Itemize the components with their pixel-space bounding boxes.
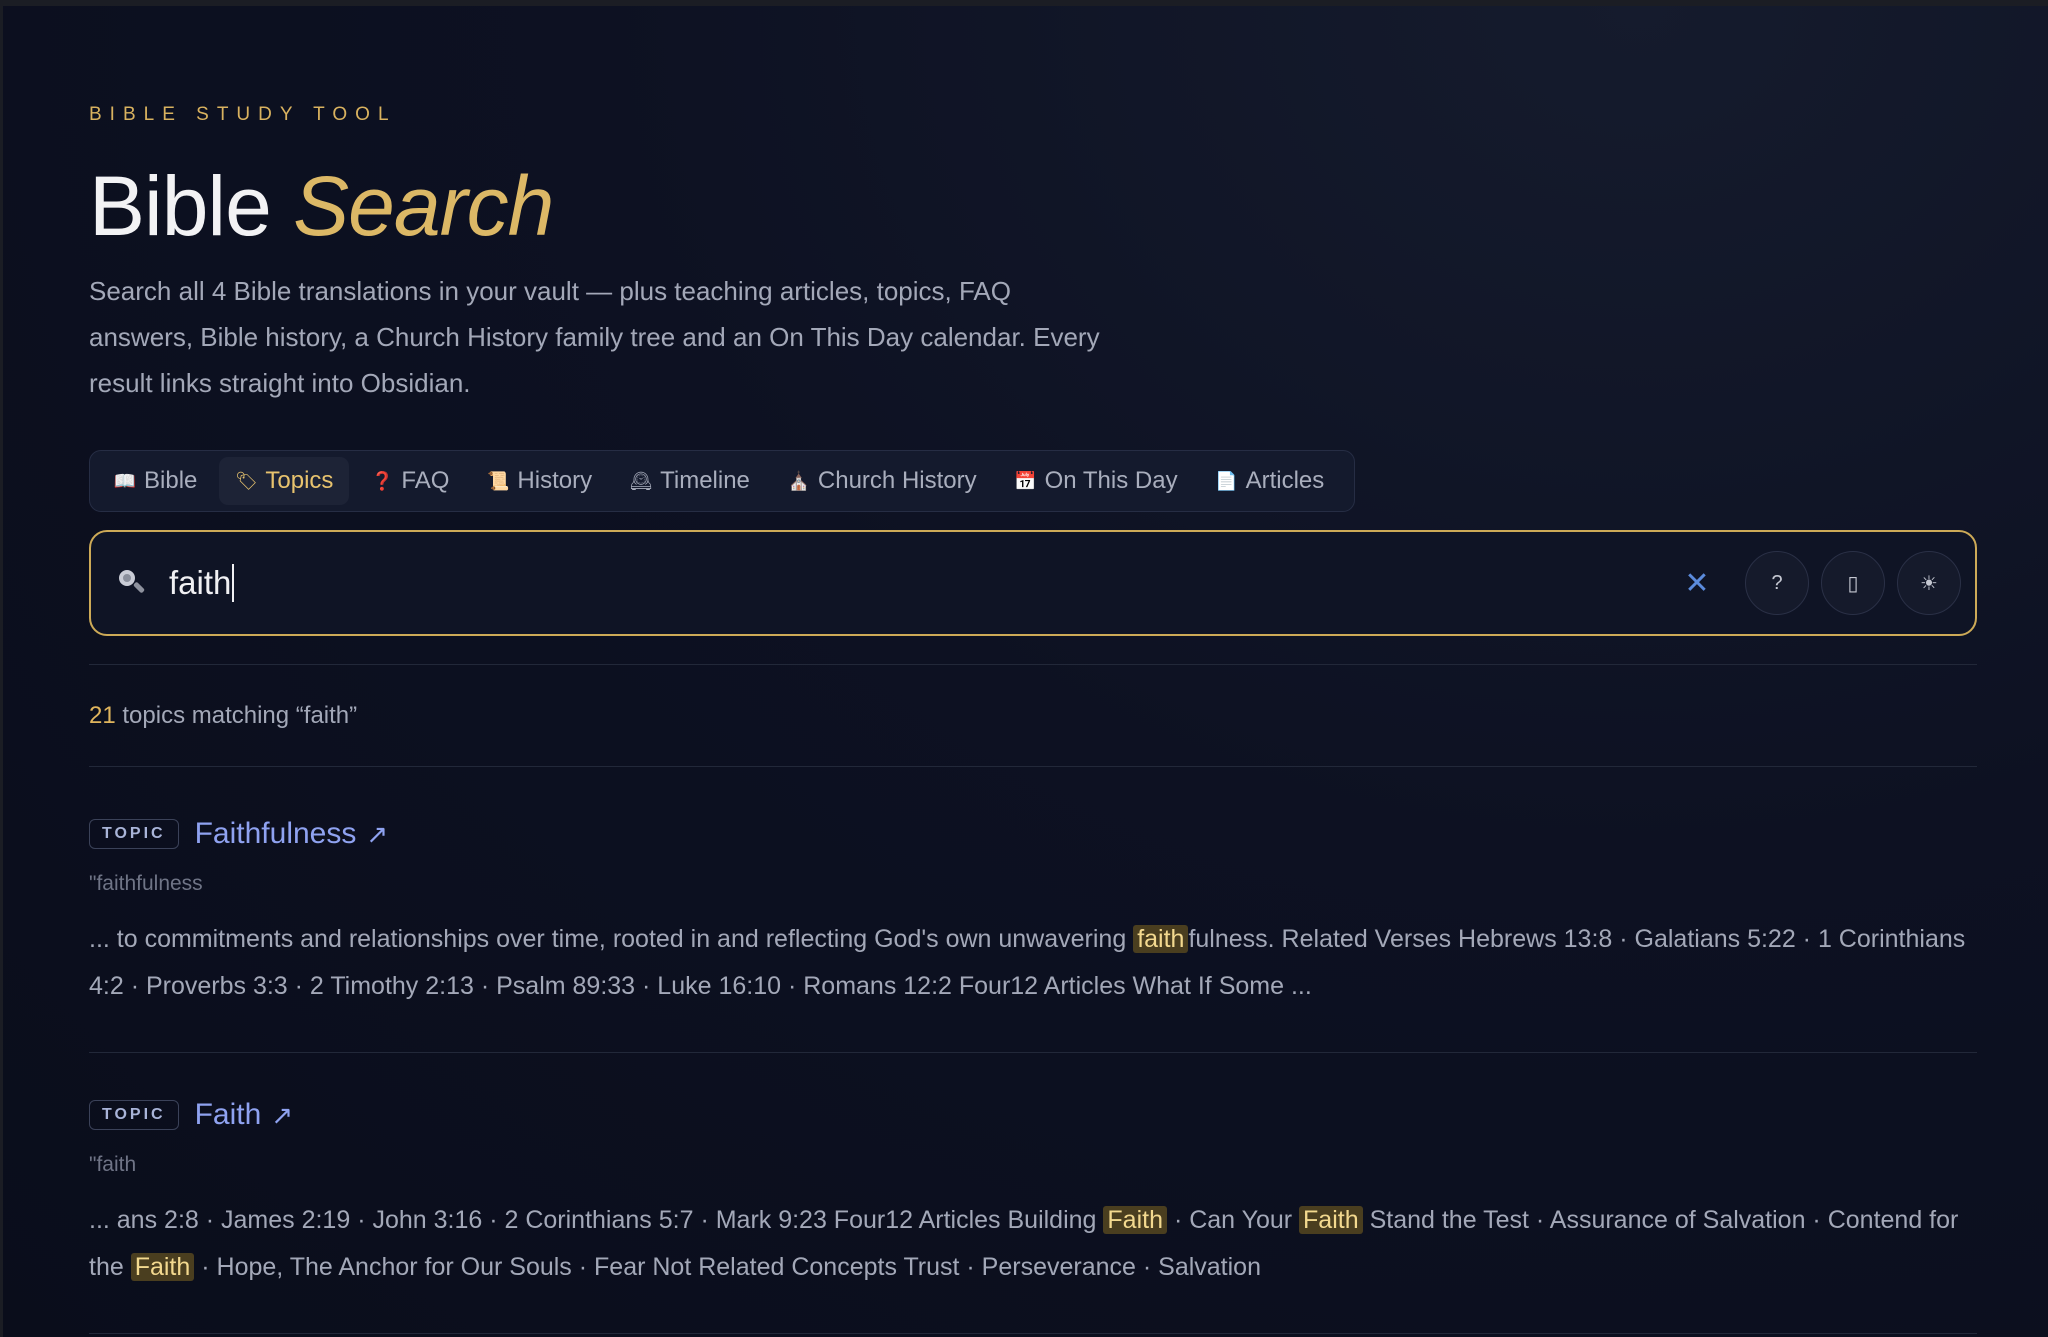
tab-label: Timeline (660, 467, 750, 494)
result-item: TOPIC Faith ↗ "faith ... ans 2:8 · James… (89, 1095, 1977, 1291)
book-icon: 📖 (113, 470, 137, 491)
tab-label: Bible (144, 467, 198, 494)
result-snippet: ... to commitments and relationships ove… (89, 916, 1977, 1010)
results-summary-text: topics matching “faith” (115, 702, 358, 729)
app-eyebrow: BIBLE STUDY TOOL (89, 104, 397, 125)
tab-label: Church History (817, 467, 977, 494)
result-item: TOPIC Faithfulness ↗ "faithfulness ... t… (89, 814, 1977, 1010)
topic-badge: TOPIC (89, 819, 179, 849)
result-title-link[interactable]: Faithfulness ↗ (195, 817, 389, 851)
tab-timeline[interactable]: 🕰 Timeline (614, 457, 766, 505)
external-link-icon: ↗ (366, 818, 389, 849)
result-header: TOPIC Faithfulness ↗ (89, 814, 1977, 854)
tab-label: Topics (265, 467, 334, 494)
help-button[interactable]: ? (1745, 551, 1809, 615)
tab-label: Articles (1245, 467, 1325, 494)
search-input[interactable]: faith (169, 564, 1677, 602)
calendar-icon: 📅 (1014, 470, 1037, 491)
snippet-text: · Can Your (1167, 1206, 1300, 1234)
match-highlight: faith (1133, 925, 1189, 953)
result-title: Faith (194, 1098, 262, 1131)
search-input-value: faith (169, 564, 232, 601)
topic-badge: TOPIC (89, 1100, 179, 1130)
search-icon (117, 568, 147, 598)
tab-label: FAQ (401, 467, 450, 494)
match-highlight: Faith (130, 1253, 195, 1281)
snippet-text: ... ans 2:8 · James 2:19 · John 3:16 · 2… (89, 1206, 1104, 1234)
result-title: Faithfulness (194, 817, 357, 850)
tag-icon: 🏷 (234, 470, 258, 491)
result-header: TOPIC Faith ↗ (89, 1095, 1977, 1135)
clear-search-button[interactable]: ✕ (1677, 563, 1717, 603)
page-title: Bible Search (89, 156, 554, 256)
result-title-link[interactable]: Faith ↗ (195, 1098, 294, 1132)
divider (89, 1333, 1977, 1334)
match-highlight: Faith (1299, 1206, 1363, 1234)
close-icon: ✕ (1684, 566, 1710, 600)
tab-articles[interactable]: 📄 Articles (1200, 457, 1341, 505)
results-count: 21 (89, 702, 116, 729)
snippet-text: ... to commitments and relationships ove… (89, 925, 1134, 953)
clock-icon: 🕰 (629, 470, 653, 491)
result-slug: "faithfulness (89, 872, 203, 895)
tab-history[interactable]: 📜 History (471, 457, 608, 505)
panel-icon: ▯ (1847, 572, 1859, 595)
external-link-icon: ↗ (271, 1099, 294, 1130)
tab-bible[interactable]: 📖 Bible (98, 457, 213, 505)
page: BIBLE STUDY TOOL Bible Search Search all… (0, 0, 2048, 1337)
sun-icon: ☀ (1920, 572, 1938, 595)
divider (89, 1052, 1977, 1053)
question-mark-icon: ? (1771, 571, 1783, 594)
result-slug: "faith (89, 1153, 137, 1176)
church-icon: ⛪ (787, 470, 811, 491)
result-snippet: ... ans 2:8 · James 2:19 · John 3:16 · 2… (89, 1197, 1977, 1291)
results-summary: 21 topics matching “faith” (89, 702, 357, 730)
text-caret (232, 564, 235, 602)
layout-toggle-button[interactable]: ▯ (1821, 551, 1885, 615)
tab-label: On This Day (1044, 467, 1178, 494)
match-highlight: Faith (1103, 1206, 1167, 1234)
tab-faq[interactable]: ❓ FAQ (355, 457, 465, 505)
tab-bar: 📖 Bible 🏷 Topics ❓ FAQ 📜 History 🕰 Timel… (89, 450, 1356, 512)
divider (89, 664, 1977, 665)
page-title-accent: Search (293, 159, 554, 253)
scroll-icon: 📜 (487, 470, 510, 491)
search-bar: faith ✕ ? ▯ ☀ (89, 530, 1977, 636)
page-description: Search all 4 Bible translations in your … (89, 276, 1100, 398)
snippet-text: · Hope, The Anchor for Our Souls · Fear … (194, 1253, 1261, 1281)
question-icon: ❓ (371, 470, 394, 491)
page-title-main: Bible (89, 159, 272, 253)
theme-toggle-button[interactable]: ☀ (1897, 551, 1961, 615)
tab-topics[interactable]: 🏷 Topics (219, 457, 350, 505)
tab-church-history[interactable]: ⛪ Church History (772, 457, 993, 505)
divider (89, 766, 1977, 767)
document-icon: 📄 (1215, 470, 1238, 491)
tab-on-this-day[interactable]: 📅 On This Day (999, 457, 1194, 505)
tab-label: History (517, 467, 593, 494)
